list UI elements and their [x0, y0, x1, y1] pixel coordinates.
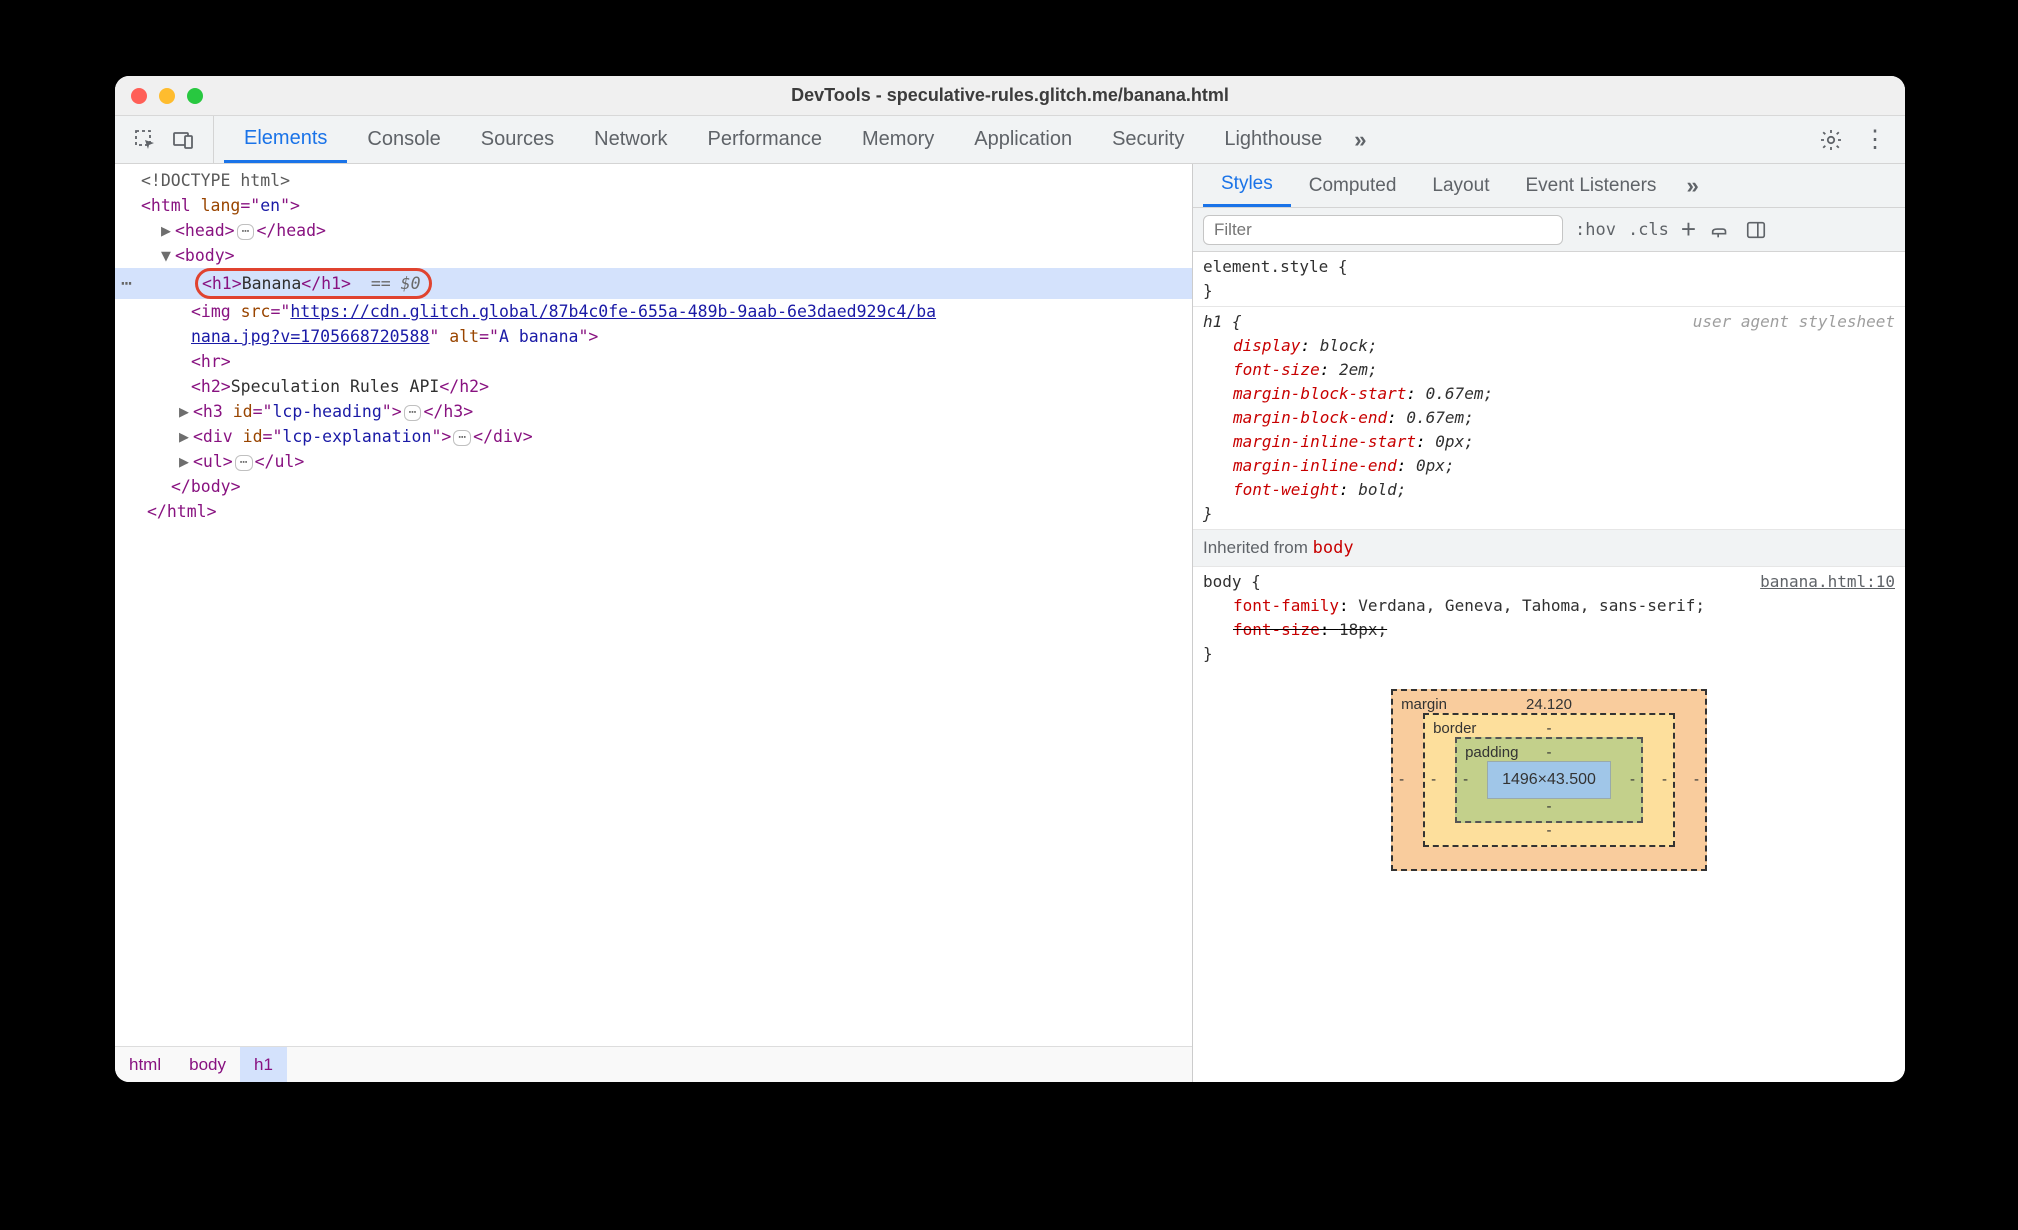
cls-toggle[interactable]: .cls — [1628, 220, 1669, 240]
elements-panel: <!DOCTYPE html> <html lang="en"> ▶<head>… — [115, 164, 1193, 1082]
dom-h3[interactable]: ▶<h3 id="lcp-heading">⋯</h3> — [115, 399, 1192, 424]
dom-html-close[interactable]: </html> — [115, 499, 1192, 524]
dom-body-open[interactable]: ▼<body> — [115, 243, 1192, 268]
tab-elements[interactable]: Elements — [224, 116, 347, 163]
window-title: DevTools - speculative-rules.glitch.me/b… — [115, 85, 1905, 106]
tab-performance[interactable]: Performance — [688, 116, 843, 163]
tab-application[interactable]: Application — [954, 116, 1092, 163]
box-model[interactable]: margin 24.120 - - border - - - padding — [1193, 669, 1905, 871]
close-window-icon[interactable] — [131, 88, 147, 104]
settings-gear-icon[interactable] — [1819, 128, 1843, 152]
minimize-window-icon[interactable] — [159, 88, 175, 104]
inspect-element-icon[interactable] — [133, 128, 157, 152]
tab-console[interactable]: Console — [347, 116, 460, 163]
dom-div[interactable]: ▶<div id="lcp-explanation">⋯</div> — [115, 424, 1192, 449]
dom-img-line1[interactable]: <img src="https://cdn.glitch.global/87b4… — [115, 299, 1192, 324]
dom-doctype[interactable]: <!DOCTYPE html> — [115, 168, 1192, 193]
styles-toolbar: :hov .cls + — [1193, 208, 1905, 252]
styles-panel: Styles Computed Layout Event Listeners »… — [1193, 164, 1905, 1082]
styles-filter-input[interactable] — [1203, 215, 1563, 245]
dom-hr[interactable]: <hr> — [115, 349, 1192, 374]
dom-selected-h1[interactable]: ⋯ <h1>Banana</h1> == $0 — [115, 268, 1192, 299]
device-toolbar-icon[interactable] — [171, 128, 195, 152]
rule-body[interactable]: body { banana.html:10 font-family: Verda… — [1193, 567, 1905, 669]
window-titlebar: DevTools - speculative-rules.glitch.me/b… — [115, 76, 1905, 116]
dom-h2[interactable]: <h2>Speculation Rules API</h2> — [115, 374, 1192, 399]
row-actions-icon[interactable]: ⋯ — [121, 271, 133, 296]
tab-memory[interactable]: Memory — [842, 116, 954, 163]
rule-h1-ua[interactable]: h1 { user agent stylesheet display: bloc… — [1193, 307, 1905, 530]
devtools-window: DevTools - speculative-rules.glitch.me/b… — [115, 76, 1905, 1082]
tab-network[interactable]: Network — [574, 116, 687, 163]
crumb-h1[interactable]: h1 — [240, 1047, 287, 1082]
hov-toggle[interactable]: :hov — [1575, 220, 1616, 240]
box-model-content-size: 1496×43.500 — [1487, 761, 1611, 799]
rule-element-style[interactable]: element.style { } — [1193, 252, 1905, 307]
tab-lighthouse[interactable]: Lighthouse — [1204, 116, 1342, 163]
styles-rules: element.style { } h1 { user agent styles… — [1193, 252, 1905, 1082]
main-tabs: Elements Console Sources Network Perform… — [214, 116, 1378, 163]
dom-body-close[interactable]: </body> — [115, 474, 1192, 499]
dom-img-line2[interactable]: nana.jpg?v=1705668720588" alt="A banana"… — [115, 324, 1192, 349]
dom-ul[interactable]: ▶<ul>⋯</ul> — [115, 449, 1192, 474]
side-tab-styles[interactable]: Styles — [1203, 164, 1291, 207]
side-tab-layout[interactable]: Layout — [1414, 164, 1507, 207]
dom-head[interactable]: ▶<head>⋯</head> — [115, 218, 1192, 243]
dom-tree[interactable]: <!DOCTYPE html> <html lang="en"> ▶<head>… — [115, 164, 1192, 1046]
dom-html-open[interactable]: <html lang="en"> — [115, 193, 1192, 218]
breadcrumb: html body h1 — [115, 1046, 1192, 1082]
main-tabstrip: Elements Console Sources Network Perform… — [115, 116, 1905, 164]
tab-security[interactable]: Security — [1092, 116, 1204, 163]
side-tab-event-listeners[interactable]: Event Listeners — [1507, 164, 1674, 207]
inspector-tool-group — [115, 116, 214, 163]
traffic-lights — [115, 88, 203, 104]
tab-sources[interactable]: Sources — [461, 116, 574, 163]
crumb-body[interactable]: body — [175, 1047, 240, 1082]
new-style-rule-icon[interactable]: + — [1681, 218, 1696, 242]
inherited-from-body-label: Inherited from body — [1193, 530, 1905, 567]
styles-sidebar-tabs: Styles Computed Layout Event Listeners » — [1193, 164, 1905, 208]
maximize-window-icon[interactable] — [187, 88, 203, 104]
crumb-html[interactable]: html — [115, 1047, 175, 1082]
more-tabs-icon[interactable]: » — [1342, 127, 1378, 153]
side-more-tabs-icon[interactable]: » — [1674, 173, 1710, 199]
tabstrip-right-controls: ⋮ — [1819, 128, 1905, 152]
kebab-menu-icon[interactable]: ⋮ — [1863, 128, 1887, 152]
side-tab-computed[interactable]: Computed — [1291, 164, 1415, 207]
source-link[interactable]: banana.html:10 — [1760, 570, 1895, 594]
paint-brush-icon[interactable] — [1708, 218, 1732, 242]
panels-container: <!DOCTYPE html> <html lang="en"> ▶<head>… — [115, 164, 1905, 1082]
toggle-computed-sidebar-icon[interactable] — [1744, 218, 1768, 242]
